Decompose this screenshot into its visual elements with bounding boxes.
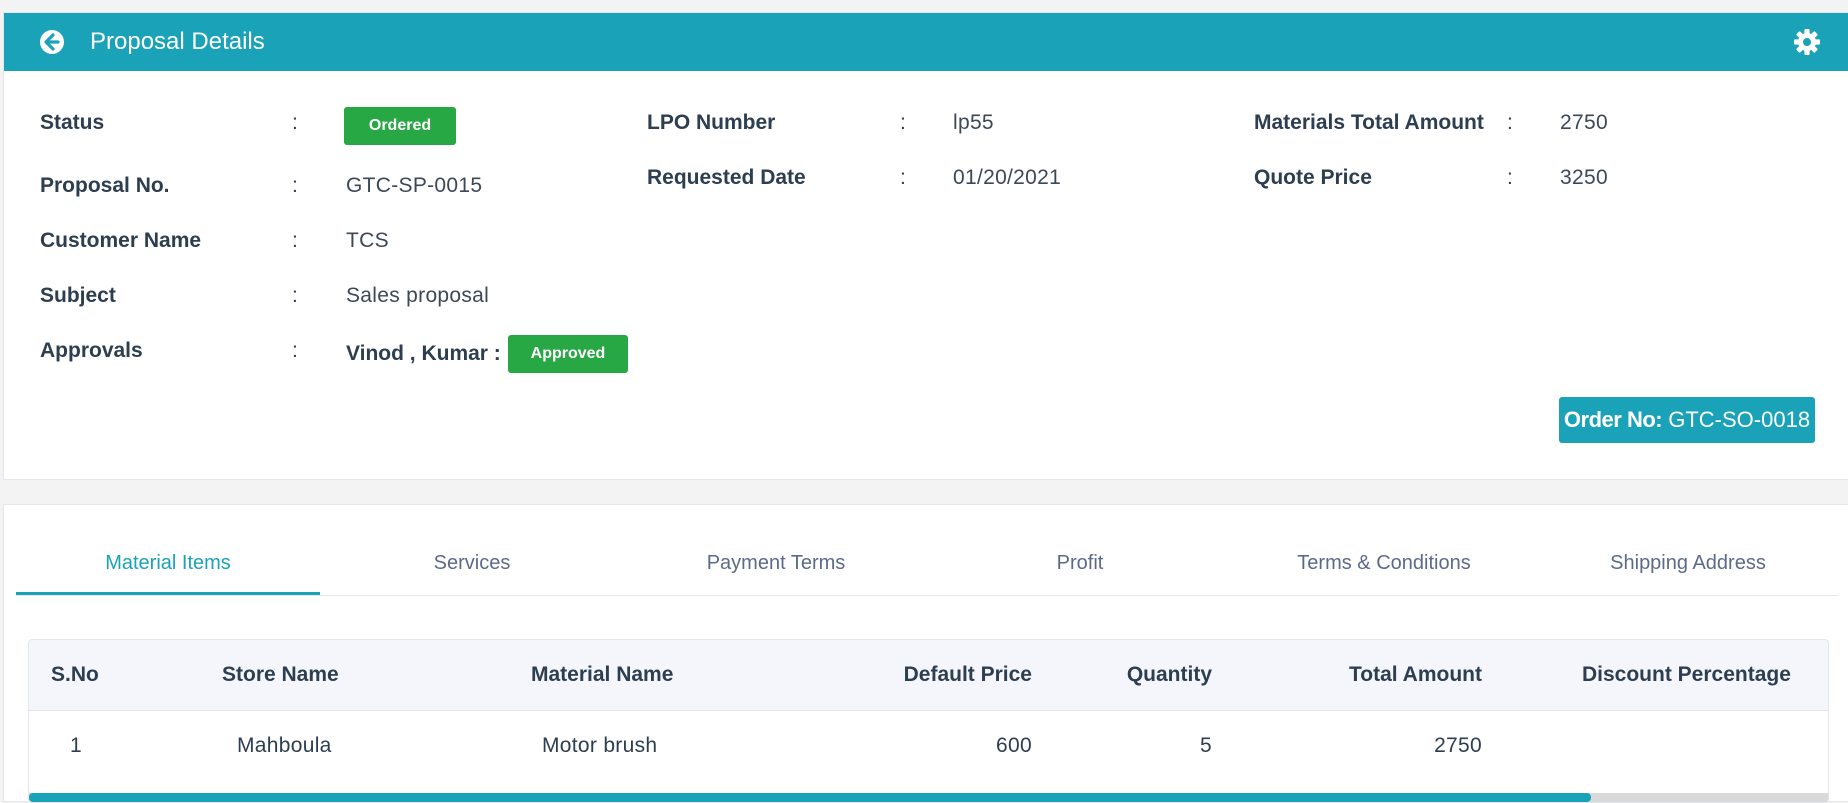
proposal-no-label: Proposal No. xyxy=(40,174,170,197)
requested-date-value: 01/20/2021 xyxy=(953,166,1062,189)
cell-default-price: 600 xyxy=(996,734,1032,757)
page-header: Proposal Details xyxy=(4,13,1848,71)
proposal-no-value: GTC-SP-0015 xyxy=(346,174,483,197)
horizontal-scrollbar[interactable] xyxy=(29,793,1828,802)
subject-value: Sales proposal xyxy=(346,284,490,307)
colon: : xyxy=(1507,166,1513,189)
items-card: Material Items Services Payment Terms Pr… xyxy=(3,504,1848,803)
approved-badge: Approved xyxy=(508,335,628,373)
gear-icon[interactable] xyxy=(1792,27,1822,57)
order-no-button[interactable]: Order No: GTC-SO-0018 xyxy=(1559,397,1815,443)
colon: : xyxy=(292,111,298,134)
tab-payment-terms[interactable]: Payment Terms xyxy=(624,533,928,595)
colon: : xyxy=(292,229,298,252)
order-no-label: Order No: xyxy=(1563,407,1663,432)
materials-total-label: Materials Total Amount xyxy=(1254,111,1484,134)
lpo-number-value: lp55 xyxy=(953,111,994,134)
quote-price-label: Quote Price xyxy=(1254,166,1372,189)
status-label: Status xyxy=(40,111,105,134)
cell-store-name: Mahboula xyxy=(237,734,332,757)
colon: : xyxy=(292,174,298,197)
tab-material-items[interactable]: Material Items xyxy=(16,533,320,595)
column-header-sno: S.No xyxy=(51,663,99,686)
colon: : xyxy=(900,166,906,189)
colon: : xyxy=(292,339,298,362)
cell-quantity: 5 xyxy=(1200,734,1212,757)
back-arrow-icon[interactable] xyxy=(37,27,67,57)
scrollbar-thumb[interactable] xyxy=(29,793,1591,802)
tab-bar: Material Items Services Payment Terms Pr… xyxy=(16,533,1838,596)
cell-material-name: Motor brush xyxy=(542,734,658,757)
approvals-label: Approvals xyxy=(40,339,143,362)
tab-profit[interactable]: Profit xyxy=(928,533,1232,595)
page-title: Proposal Details xyxy=(90,28,265,55)
colon: : xyxy=(900,111,906,134)
materials-total-value: 2750 xyxy=(1560,111,1608,134)
customer-name-value: TCS xyxy=(346,229,389,252)
cell-sno: 1 xyxy=(70,734,82,757)
tab-terms-conditions[interactable]: Terms & Conditions xyxy=(1232,533,1536,595)
column-header-discount-percentage: Discount Percentage xyxy=(1582,663,1791,686)
colon: : xyxy=(292,284,298,307)
proposal-details-card: Proposal Details Status : Ordered Propos… xyxy=(3,12,1848,480)
requested-date-label: Requested Date xyxy=(647,166,806,189)
table-header: S.No Store Name Material Name Default Pr… xyxy=(29,640,1828,711)
colon: : xyxy=(1507,111,1513,134)
approvals-names: Vinod , Kumar : xyxy=(346,342,501,365)
column-header-default-price: Default Price xyxy=(903,663,1032,686)
cell-total-amount: 2750 xyxy=(1434,734,1482,757)
status-badge: Ordered xyxy=(344,107,456,145)
column-header-quantity: Quantity xyxy=(1126,663,1212,686)
order-no-value: GTC-SO-0018 xyxy=(1668,407,1811,432)
lpo-number-label: LPO Number xyxy=(647,111,776,134)
subject-label: Subject xyxy=(40,284,116,307)
tab-shipping-address[interactable]: Shipping Address xyxy=(1536,533,1840,595)
tab-services[interactable]: Services xyxy=(320,533,624,595)
column-header-store-name: Store Name xyxy=(222,663,339,686)
material-items-table: S.No Store Name Material Name Default Pr… xyxy=(28,639,1829,803)
customer-name-label: Customer Name xyxy=(40,229,202,252)
column-header-total-amount: Total Amount xyxy=(1349,663,1482,686)
quote-price-value: 3250 xyxy=(1560,166,1608,189)
column-header-material-name: Material Name xyxy=(531,663,674,686)
